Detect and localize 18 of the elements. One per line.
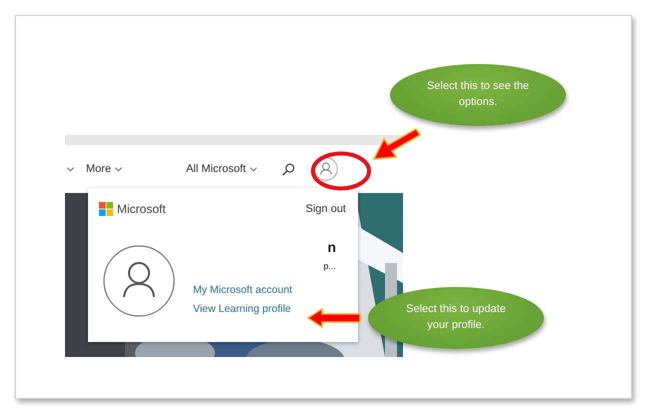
user-name: n bbox=[327, 239, 336, 255]
search-icon[interactable] bbox=[282, 162, 295, 176]
account-icon[interactable] bbox=[314, 157, 338, 181]
brand-name: Microsoft bbox=[117, 202, 166, 216]
account-link[interactable]: My Microsoft account bbox=[193, 281, 292, 300]
arrow bbox=[372, 127, 422, 163]
chevron-icon bbox=[67, 166, 74, 172]
logo-icon bbox=[99, 202, 113, 216]
account-link[interactable]: View Learning profile bbox=[193, 300, 291, 319]
arrow bbox=[306, 307, 362, 329]
nav-menu[interactable]: More bbox=[84, 161, 124, 177]
sign-out-link[interactable]: Sign out bbox=[306, 203, 346, 215]
chevron-icon bbox=[250, 166, 257, 172]
avatar-icon bbox=[103, 245, 175, 317]
highlight-ring bbox=[309, 150, 373, 192]
nav-menu[interactable]: All Microsoft bbox=[184, 161, 259, 177]
chevron-icon bbox=[115, 166, 122, 172]
user-detail: p... bbox=[323, 261, 336, 271]
